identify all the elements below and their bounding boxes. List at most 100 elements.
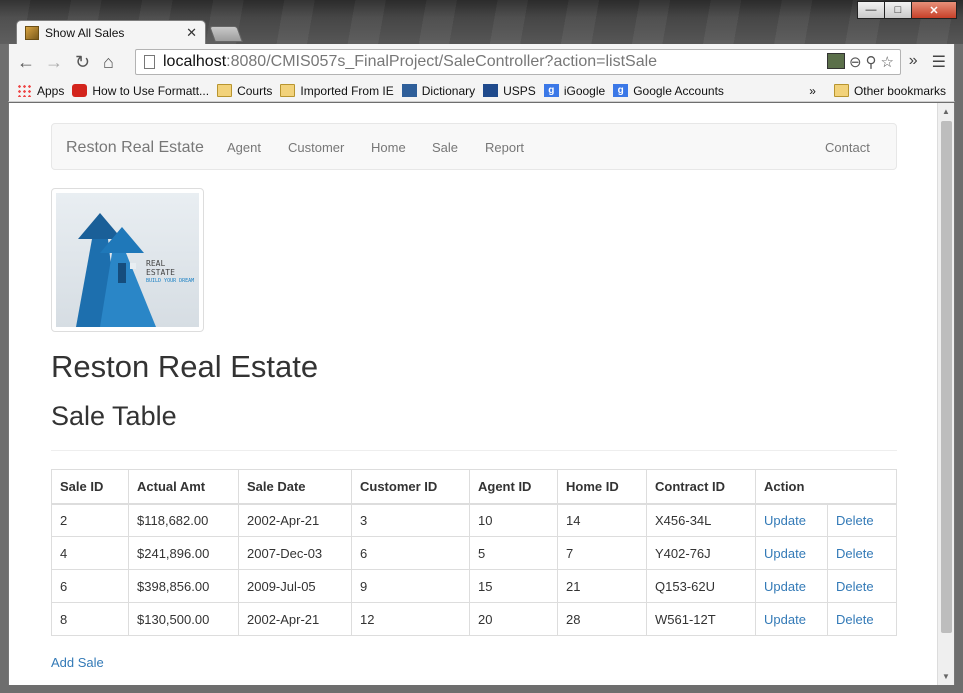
new-tab-button[interactable] [209,26,243,42]
update-link[interactable]: Update [764,579,806,594]
apps-grid-icon [17,84,32,97]
page-title: Reston Real Estate [51,349,319,384]
cell-sale-date: 2002-Apr-21 [238,503,352,537]
reload-icon[interactable]: ↻ [75,52,90,73]
cell-agent-id: 10 [469,503,558,537]
delete-link[interactable]: Delete [836,546,874,561]
nav-customer[interactable]: Customer [288,140,344,155]
cell-sale-id: 2 [51,503,129,537]
nav-sale[interactable]: Sale [432,140,458,155]
tab-close-icon[interactable]: ✕ [186,25,197,41]
nav-contact[interactable]: Contact [825,140,870,155]
col-sale-id: Sale ID [51,469,129,505]
col-sale-date: Sale Date [238,469,352,505]
nav-report[interactable]: Report [485,140,524,155]
page-action-icon[interactable] [826,53,845,69]
close-window-button[interactable]: ✕ [911,1,957,19]
delete-link[interactable]: Delete [836,612,874,627]
url-text: localhost:8080/CMIS057s_FinalProject/Sal… [163,53,658,70]
back-arrow-icon[interactable]: ← [17,52,35,73]
cell-agent-id: 15 [469,569,558,603]
table-row: 8 $130,500.00 2002-Apr-21 12 20 28 W561-12T Upd… [51,602,897,636]
site-navbar: Reston Real Estate Agent Customer Home S… [51,123,897,170]
update-link[interactable]: Update [764,513,806,528]
table-row: 6 $398,856.00 2009-Jul-05 9 15 21 Q153-62U Upda… [51,569,897,603]
cell-customer-id: 3 [351,503,470,537]
cell-customer-id: 6 [351,536,470,570]
divider [51,450,897,451]
cell-contract-id: X456-34L [646,503,756,537]
col-agent-id: Agent ID [469,469,558,505]
cell-customer-id: 9 [351,569,470,603]
bookmark-imported[interactable]: Imported From IE [280,84,394,98]
cell-delete: Delete [827,569,897,603]
company-logo: REAL ESTATE BUILD YOUR DREAM [51,188,204,332]
tab-title: Show All Sales [45,26,125,40]
window-controls: — □ ✕ [857,1,957,19]
scroll-down-arrow-icon[interactable]: ▼ [942,672,950,681]
address-bar[interactable]: localhost:8080/CMIS057s_FinalProject/Sal… [135,49,901,75]
col-actual-amt: Actual Amt [128,469,239,505]
col-action: Action [755,469,897,505]
nav-home[interactable]: Home [371,140,406,155]
navbar-brand[interactable]: Reston Real Estate [66,139,204,157]
bookmark-igoogle[interactable]: g iGoogle [543,84,605,98]
cell-update: Update [755,503,828,537]
cell-update: Update [755,569,828,603]
col-customer-id: Customer ID [351,469,470,505]
bookmark-usps[interactable]: USPS [483,84,536,98]
browser-toolbar: ← → ↻ ⌂ localhost:8080/CMIS057s_FinalPro… [8,44,955,80]
bookmark-dictionary[interactable]: Dictionary [401,84,475,98]
logo-image: REAL ESTATE BUILD YOUR DREAM [56,193,199,327]
cell-update: Update [755,536,828,570]
browser-tab[interactable]: Show All Sales ✕ [16,20,206,45]
star-icon[interactable]: ☆ [881,53,894,71]
bookmark-courts[interactable]: Courts [217,84,272,98]
cell-home-id: 14 [557,503,647,537]
cell-contract-id: Y402-76J [646,536,756,570]
bookmark-how-to[interactable]: How to Use Formatt... [72,84,209,98]
table-row: 2 $118,682.00 2002-Apr-21 3 10 14 X456-34L Upda… [51,503,897,537]
sales-table: Sale ID Actual Amt Sale Date Customer ID… [51,469,897,636]
folder-icon [280,84,296,97]
usps-icon [483,84,499,97]
bookmark-apps[interactable]: Apps [17,84,64,98]
forward-arrow-icon[interactable]: → [45,52,63,73]
extensions-overflow-icon[interactable]: » [909,52,918,72]
cell-contract-id: Q153-62U [646,569,756,603]
minimize-button[interactable]: — [857,1,885,19]
update-link[interactable]: Update [764,612,806,627]
cell-actual-amt: $398,856.00 [128,569,239,603]
scrollbar-thumb[interactable] [941,121,952,633]
bookmarks-bar: Apps How to Use Formatt... Courts Import… [8,80,955,102]
cell-actual-amt: $118,682.00 [128,503,239,537]
menu-icon[interactable]: ☰ [932,52,946,72]
bookmark-google-accounts[interactable]: g Google Accounts [613,84,724,98]
cell-agent-id: 5 [469,536,558,570]
opera-icon [72,84,88,97]
cell-home-id: 28 [557,602,647,636]
update-link[interactable]: Update [764,546,806,561]
zoom-out-icon[interactable]: ⊖ [849,53,862,71]
home-icon[interactable]: ⌂ [103,52,114,73]
scroll-up-arrow-icon[interactable]: ▲ [942,107,950,116]
nav-agent[interactable]: Agent [227,140,261,155]
cell-update: Update [755,602,828,636]
google-icon: g [613,84,629,97]
delete-link[interactable]: Delete [836,513,874,528]
dictionary-icon [401,84,417,97]
cell-sale-id: 8 [51,602,129,636]
bookmark-other[interactable]: Other bookmarks [833,84,946,98]
section-title: Sale Table [51,401,177,431]
bookmarks-overflow[interactable]: » [809,84,816,98]
vertical-scrollbar[interactable]: ▲ ▼ [937,103,954,685]
cell-customer-id: 12 [351,602,470,636]
table-row: 4 $241,896.00 2007-Dec-03 6 5 7 Y402-76J Update… [51,536,897,570]
cell-delete: Delete [827,536,897,570]
logo-text: REAL ESTATE BUILD YOUR DREAM [146,259,195,284]
delete-link[interactable]: Delete [836,579,874,594]
maximize-button[interactable]: □ [884,1,912,19]
magnifier-icon[interactable]: ⚲ [866,53,877,71]
cell-actual-amt: $130,500.00 [128,602,239,636]
add-sale-link[interactable]: Add Sale [51,655,104,670]
